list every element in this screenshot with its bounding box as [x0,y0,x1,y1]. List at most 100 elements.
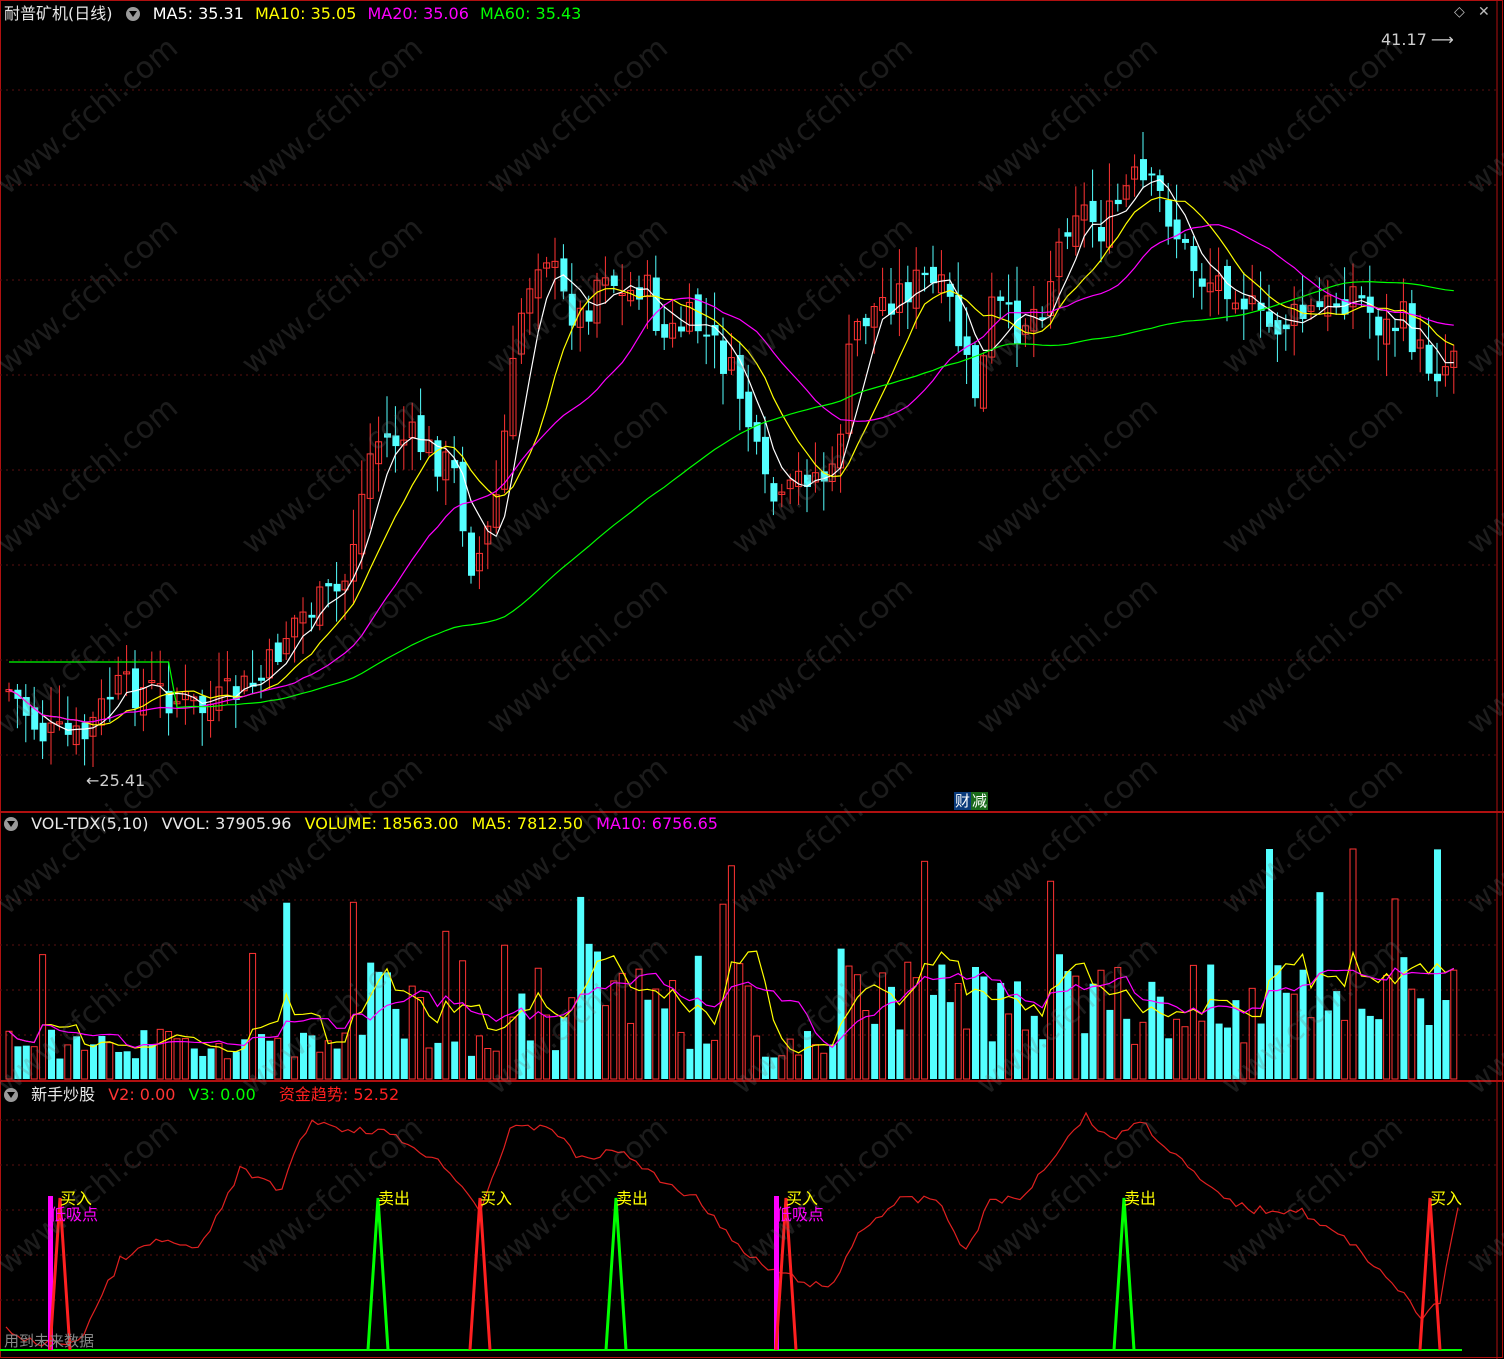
candle-body [997,296,1005,301]
ma20-label: MA20: 35.06 [367,4,469,23]
volume-bar [1039,1039,1047,1079]
volume-bar [526,1040,534,1079]
volume-bar [946,1002,954,1079]
diamond-icon[interactable]: ◇ [1454,4,1465,20]
dropdown-icon[interactable] [4,1088,18,1102]
volume-bar [1290,993,1298,1080]
signal-sub-label: 低吸点 [50,1205,99,1224]
candle-body [1224,265,1231,300]
stock-title[interactable]: 耐普矿机(日线) [4,4,113,23]
signal-spike [604,1197,628,1351]
volume-bar [661,1008,669,1079]
volume-bar [795,1054,803,1080]
signal-spike [1112,1197,1136,1351]
volume-bar [199,1055,207,1079]
volume-bar [349,901,357,1080]
volume-bar [14,1046,22,1079]
volume-bar [156,1028,164,1080]
candle-body [1266,311,1273,327]
candle-body [1190,246,1198,272]
signal-label: 买入 [1430,1189,1463,1208]
candle-body [39,722,47,742]
volume-bar [1349,848,1357,1080]
volume-bar [703,1043,711,1079]
volume-bar [39,954,47,1080]
volume-bar [501,944,509,1080]
candle-body [678,326,685,332]
volume-bar [30,1046,38,1080]
candle-body [652,277,660,331]
volume-bar [73,1036,81,1079]
volume-bar [1114,966,1122,1080]
volume-bar [509,1016,517,1080]
volume-bar [1156,996,1164,1079]
signal-label: 卖出 [616,1189,649,1208]
volume-bar [484,1047,492,1080]
chart-canvas[interactable] [0,0,1504,1359]
candle-body [258,677,265,681]
candle-body [199,695,207,714]
volume-bar [223,1058,231,1080]
candle-body [392,435,400,447]
volume-bar [1198,1020,1206,1080]
volume-bar [1165,1038,1173,1079]
v3-label: V3: 0.00 [188,1085,256,1104]
indicator-name[interactable]: 新手炒股 [31,1085,95,1104]
candle-body [1114,199,1122,205]
volume-bar [291,1056,299,1080]
volume-bar [140,1030,148,1079]
candle-body [955,294,963,347]
vol-indicator-name[interactable]: VOL-TDX(5,10) [31,814,148,833]
signal-sub-label: 低吸点 [776,1205,825,1224]
footer-note: 用到未来数据 [4,1332,95,1350]
v2-label: V2: 0.00 [108,1085,176,1104]
volume-bar [820,1052,828,1080]
candle-body [1198,278,1206,287]
volume-bar [1366,1015,1374,1079]
ma5-line [8,179,1454,731]
candle-body [862,317,870,327]
volume-bar [534,967,542,1080]
candle-body [1064,232,1072,237]
volume-bar [375,971,383,1079]
candle-body [770,483,778,502]
volume-bar [56,1058,64,1079]
fund-trend-line [5,1111,1459,1347]
volume-bar [459,960,467,1080]
volume-bar [358,1034,366,1079]
candle-body [1425,344,1433,374]
volume-bar [1425,1024,1433,1079]
volume-bar [48,1029,55,1079]
volume-bar [367,962,375,1079]
candle-body [720,340,727,374]
volume-bar [829,1044,837,1079]
close-icon[interactable]: ✕ [1478,4,1490,20]
volume-bar [1047,880,1055,1080]
candle-body [661,324,669,338]
volume-bar [686,1048,694,1079]
volume-bar [1383,974,1391,1080]
volume-bar [837,948,845,1079]
volume-bar [173,1038,181,1080]
volume-bar [1106,1009,1114,1079]
dropdown-icon[interactable] [4,817,18,831]
volume-bar [786,1038,794,1080]
volume-bar [115,1051,123,1079]
volume-bar [266,1040,274,1079]
volume-bar [1341,1019,1349,1080]
vol-ma5-label: MA5: 7812.50 [471,814,584,833]
volume-bar [896,1029,904,1079]
volume-bar [711,1039,719,1080]
volume-bar [324,1040,332,1080]
event-badge[interactable]: 财减 [954,790,989,811]
candle-body [106,696,114,700]
volume-bar [972,966,979,1079]
volume-bar [778,1055,786,1080]
dropdown-icon[interactable] [125,7,140,21]
volume-bar [912,977,920,1080]
candle-body [1005,302,1013,305]
volume-bar [1408,988,1416,1080]
volume-bar [1450,969,1458,1080]
volume-bar [475,1035,483,1080]
volume-bar [300,1032,307,1079]
